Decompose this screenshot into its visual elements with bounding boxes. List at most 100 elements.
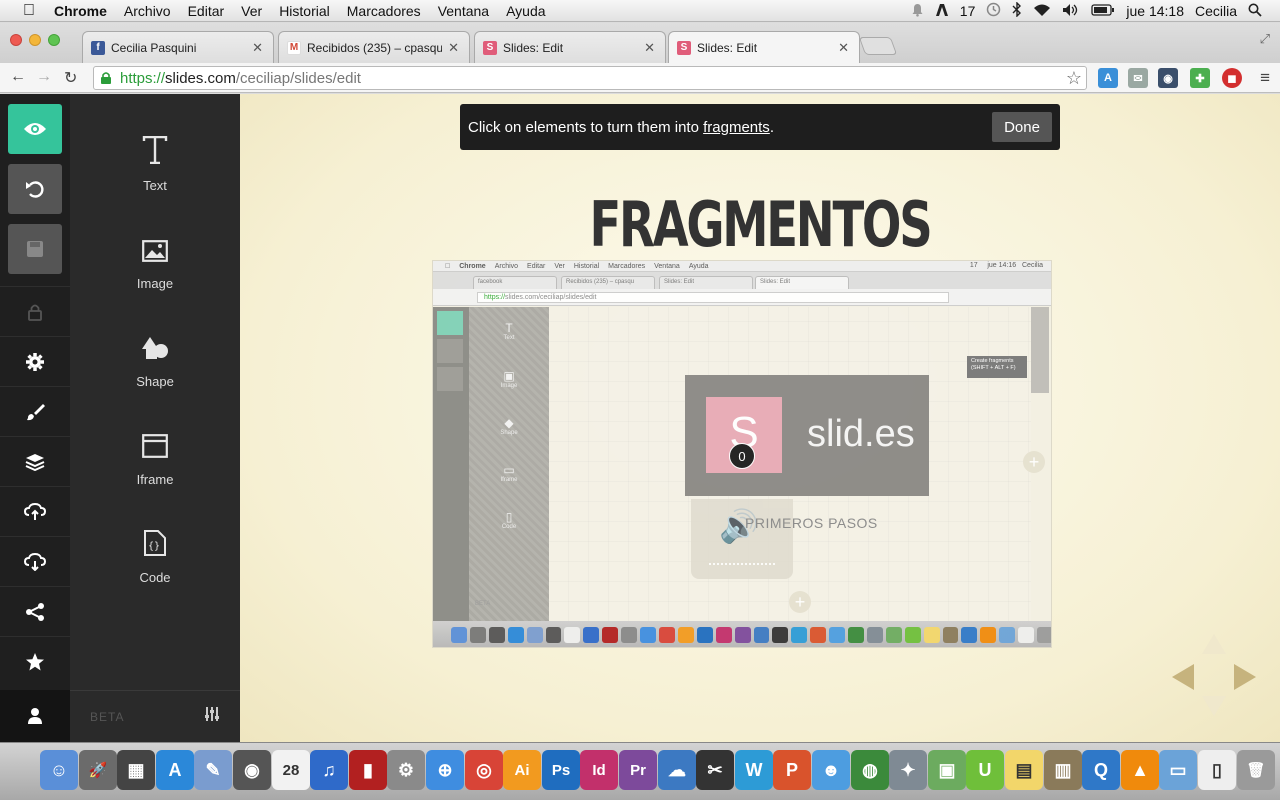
system-preferences-icon[interactable]: ⚙ — [387, 750, 425, 790]
chrome-menu-icon[interactable]: ≡ — [1260, 68, 1270, 88]
share-button[interactable] — [0, 586, 70, 636]
reload-button[interactable]: ↻ — [64, 68, 77, 88]
tool-shape[interactable]: Shape — [70, 316, 240, 414]
import-button[interactable] — [0, 486, 70, 536]
preview-button[interactable] — [8, 104, 62, 154]
undo-button[interactable] — [8, 164, 62, 214]
preview-icon[interactable]: ✎ — [194, 750, 232, 790]
menu-historial[interactable]: Historial — [279, 3, 330, 19]
menu-marcadores[interactable]: Marcadores — [347, 3, 421, 19]
menu-editar[interactable]: Editar — [188, 3, 225, 19]
indesign-icon[interactable]: Id — [580, 750, 618, 790]
menubar-user[interactable]: Cecilia — [1195, 3, 1237, 19]
itunes-icon[interactable]: ♫ — [310, 750, 348, 790]
tab-close-icon[interactable]: ✕ — [252, 40, 263, 56]
calendar-icon[interactable]: 28 — [272, 750, 310, 790]
photo-booth-icon[interactable]: ▮ — [349, 750, 387, 790]
lock-button[interactable] — [0, 286, 70, 336]
navigate-left-arrow-icon[interactable] — [1172, 664, 1194, 690]
bookmark-star-icon[interactable]: ☆ — [1066, 68, 1082, 89]
menu-ayuda[interactable]: Ayuda — [506, 3, 545, 19]
final-cut-icon[interactable]: ✂ — [696, 750, 734, 790]
menu-app-chrome[interactable]: Chrome — [54, 3, 107, 19]
extension-icon[interactable]: ✉ — [1128, 68, 1148, 88]
translate-extension-icon[interactable]: A — [1098, 68, 1118, 88]
trash-icon[interactable]: 🗑 — [1237, 750, 1275, 790]
globe-icon[interactable]: ◍ — [851, 750, 889, 790]
word-icon[interactable]: W — [735, 750, 773, 790]
save-button[interactable] — [8, 224, 62, 274]
done-button[interactable]: Done — [992, 112, 1052, 142]
menubar-clock[interactable]: jue 14:18 — [1126, 3, 1184, 19]
wifi-icon[interactable] — [1033, 3, 1051, 20]
tool-iframe[interactable]: Iframe — [70, 414, 240, 512]
tab-close-icon[interactable]: ✕ — [838, 40, 849, 56]
settings-button[interactable] — [0, 336, 70, 386]
navigate-down-arrow-icon[interactable] — [1202, 696, 1226, 716]
battery-icon[interactable] — [1091, 3, 1115, 19]
back-button[interactable]: ← — [10, 68, 26, 86]
menu-ventana[interactable]: Ventana — [438, 3, 489, 19]
evernote-extension-icon[interactable]: ✚ — [1190, 68, 1210, 88]
tab-gmail[interactable]: M Recibidos (235) – cpasquini ✕ — [278, 31, 470, 63]
adobe-updates-icon[interactable] — [935, 3, 949, 20]
tab-close-icon[interactable]: ✕ — [644, 40, 655, 56]
menu-ver[interactable]: Ver — [241, 3, 262, 19]
tab-slides-edit-2[interactable]: S Slides: Edit ✕ — [668, 31, 860, 63]
apple-menu-icon[interactable]:  — [20, 2, 38, 19]
adblock-extension-icon[interactable]: ◼ — [1222, 68, 1242, 88]
zoom-window-button[interactable] — [48, 34, 60, 46]
powerpoint-icon[interactable]: P — [773, 750, 811, 790]
navigate-right-arrow-icon[interactable] — [1234, 664, 1256, 690]
folder-icon[interactable]: ▭ — [1159, 750, 1197, 790]
layers-button[interactable] — [0, 436, 70, 486]
notification-bell-icon[interactable] — [911, 3, 924, 20]
sliders-icon[interactable] — [204, 706, 220, 727]
photoshop-icon[interactable]: Ps — [542, 750, 580, 790]
minimize-window-button[interactable] — [29, 34, 41, 46]
messenger-icon[interactable]: ☻ — [812, 750, 850, 790]
forward-button[interactable]: → — [36, 68, 52, 86]
user-button[interactable] — [0, 690, 70, 742]
app-store-icon[interactable]: A — [156, 750, 194, 790]
close-window-button[interactable] — [10, 34, 22, 46]
tab-slides-edit-1[interactable]: S Slides: Edit ✕ — [474, 31, 666, 63]
tool-code[interactable]: {} Code — [70, 512, 240, 610]
notes-icon[interactable]: ▥ — [1044, 750, 1082, 790]
evernote-icon[interactable]: U — [966, 750, 1004, 790]
style-button[interactable] — [0, 386, 70, 436]
address-bar[interactable]: https:// slides.com /ceciliap/slides/edi… — [93, 66, 1087, 90]
vlc-icon[interactable]: ▲ — [1121, 750, 1159, 790]
safari-icon[interactable]: ⊕ — [426, 750, 464, 790]
menu-archivo[interactable]: Archivo — [124, 3, 171, 19]
dashboard-icon[interactable]: ▦ — [117, 750, 155, 790]
slide-title[interactable]: FRAGMENTOS — [370, 190, 1150, 260]
launchpad-icon[interactable]: 🚀 — [79, 750, 117, 790]
tool-image[interactable]: Image — [70, 218, 240, 316]
bluetooth-icon[interactable] — [1012, 1, 1022, 20]
tab-close-icon[interactable]: ✕ — [448, 40, 459, 56]
navigate-up-arrow-icon[interactable] — [1202, 634, 1226, 654]
camera-extension-icon[interactable]: ◉ — [1158, 68, 1178, 88]
fragments-link[interactable]: fragments — [703, 119, 770, 136]
time-machine-icon[interactable] — [986, 2, 1001, 20]
image-viewer-icon[interactable]: ▣ — [928, 750, 966, 790]
tab-facebook[interactable]: f Cecilia Pasquini ✕ — [82, 31, 274, 63]
fullscreen-icon[interactable]: ⤢ — [1260, 31, 1270, 47]
spotlight-search-icon[interactable] — [1248, 3, 1262, 20]
network-icon[interactable]: ✦ — [889, 750, 927, 790]
new-tab-button[interactable] — [858, 37, 898, 55]
slide-screenshot-image[interactable]:  Chrome Archivo Editar Ver Historial Ma… — [432, 260, 1052, 648]
vpn-icon[interactable]: ☁ — [658, 750, 696, 790]
tool-text[interactable]: Text — [70, 120, 240, 218]
document-icon[interactable]: ▯ — [1198, 750, 1236, 790]
illustrator-icon[interactable]: Ai — [503, 750, 541, 790]
chrome-icon[interactable]: ◎ — [465, 750, 503, 790]
finder-icon[interactable]: ☺ — [40, 750, 78, 790]
quicktime-icon[interactable]: Q — [1082, 750, 1120, 790]
favorite-button[interactable] — [0, 636, 70, 686]
premiere-icon[interactable]: Pr — [619, 750, 657, 790]
slide-canvas[interactable]: Click on elements to turn them into frag… — [240, 94, 1280, 742]
volume-icon[interactable] — [1062, 3, 1080, 20]
stickies-icon[interactable]: ▤ — [1005, 750, 1043, 790]
